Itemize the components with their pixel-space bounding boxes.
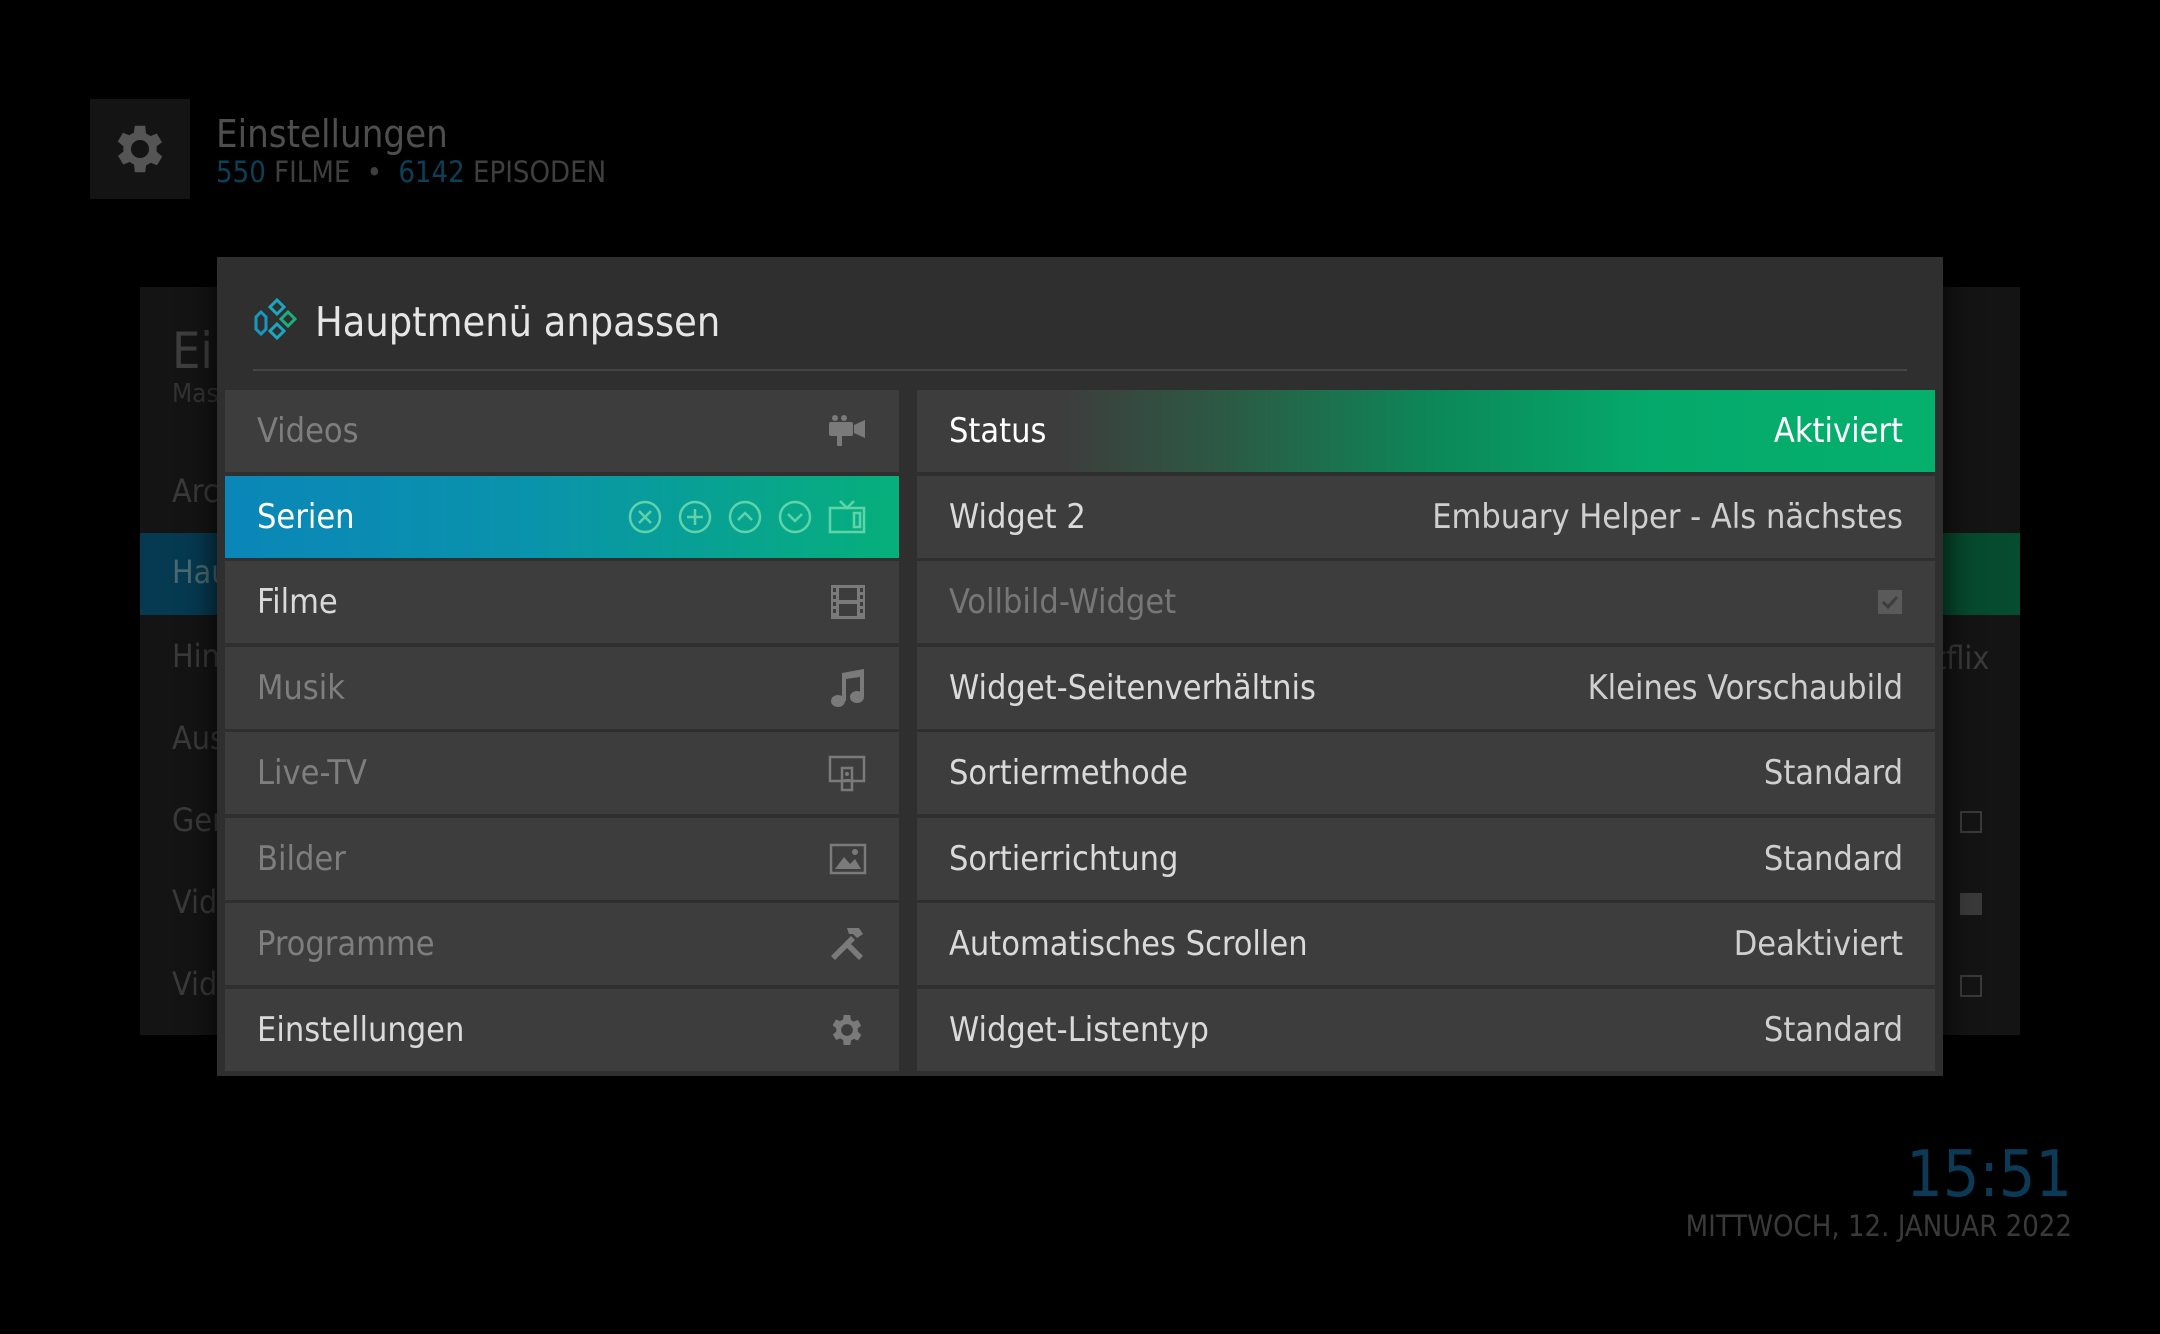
setting-label: Status: [949, 411, 1047, 451]
setting-label: Sortiermethode: [949, 753, 1188, 793]
menu-item-label: Bilder: [257, 838, 346, 879]
setting-vollbild-widget[interactable]: Vollbild-Widget: [917, 561, 1935, 643]
tools-icon: [831, 928, 863, 960]
movies-count: 550: [216, 155, 266, 189]
setting-widget-aspect-ratio[interactable]: Widget-Seitenverhältnis Kleines Vorschau…: [917, 646, 1935, 729]
background-row: Arc: [172, 472, 219, 510]
clock-time: 15:51: [1906, 1138, 2072, 1212]
item-actions: [627, 499, 867, 535]
menu-item-videos[interactable]: Videos: [225, 390, 899, 472]
page-title: Einstellungen: [216, 112, 448, 156]
menu-item-bilder[interactable]: Bilder: [225, 817, 899, 900]
setting-label: Vollbild-Widget: [949, 582, 1177, 622]
tv-icon: [828, 499, 866, 533]
setting-value: Standard: [1763, 753, 1903, 793]
menu-item-serien[interactable]: Serien: [225, 475, 899, 558]
menu-item-musik[interactable]: Musik: [225, 646, 899, 729]
live-tv-icon: [828, 755, 866, 792]
film-strip-icon: [831, 585, 865, 619]
setting-label: Widget-Seitenverhältnis: [949, 667, 1316, 708]
dialog-header: Hauptmenü anpassen: [253, 297, 1907, 371]
menu-item-label: Serien: [257, 496, 355, 537]
setting-value: Deaktiviert: [1733, 924, 1903, 964]
gear-icon: [117, 125, 163, 173]
customize-menu-dialog: Hauptmenü anpassen Videos Serien Filme M…: [217, 257, 1943, 1076]
episodes-count: 6142: [398, 155, 465, 189]
picture-icon: [829, 843, 867, 874]
stats-separator: •: [366, 155, 383, 189]
clock: 15:51 MITTWOCH, 12. JANUAR 2022: [1686, 1140, 2072, 1242]
menu-item-filme[interactable]: Filme: [225, 561, 899, 643]
setting-auto-scroll[interactable]: Automatisches Scrollen Deaktiviert: [917, 903, 1935, 985]
setting-widget-list-type[interactable]: Widget-Listentyp Standard: [917, 988, 1935, 1071]
menu-item-programme[interactable]: Programme: [225, 903, 899, 985]
menu-item-live-tv[interactable]: Live-TV: [225, 732, 899, 814]
setting-label: Widget-Listentyp: [949, 1009, 1209, 1050]
video-camera-icon: [829, 415, 865, 446]
movies-label: FILME: [274, 155, 351, 189]
background-panel-subtitle: Mas: [172, 379, 219, 409]
setting-value: Aktiviert: [1773, 411, 1903, 451]
menu-item-label: Programme: [257, 924, 435, 964]
setting-label: Automatisches Scrollen: [949, 924, 1308, 964]
settings-tile: [90, 99, 190, 199]
background-right-text: tflix: [1935, 639, 1990, 677]
setting-value: Kleines Vorschaubild: [1587, 667, 1903, 708]
move-down-icon[interactable]: [777, 499, 813, 535]
widget-settings-list: Status Aktiviert Widget 2 Embuary Helper…: [917, 390, 1935, 1074]
menu-item-label: Live-TV: [257, 753, 367, 793]
background-checkbox: [1960, 811, 1982, 833]
setting-sort-method[interactable]: Sortiermethode Standard: [917, 732, 1935, 814]
setting-label: Widget 2: [949, 496, 1086, 537]
music-note-icon: [831, 668, 864, 707]
remove-icon[interactable]: [627, 499, 663, 535]
background-checkbox: [1960, 893, 1982, 915]
move-up-icon[interactable]: [727, 499, 763, 535]
gear-icon: [832, 1014, 862, 1045]
setting-value: Standard: [1763, 1009, 1903, 1050]
setting-value: Standard: [1763, 838, 1903, 879]
setting-value: Embuary Helper - Als nächstes: [1432, 496, 1903, 537]
menu-item-label: Videos: [257, 411, 359, 451]
setting-label: Sortierrichtung: [949, 838, 1179, 879]
checkbox-checked-icon[interactable]: [1877, 589, 1903, 615]
dialog-title: Hauptmenü anpassen: [315, 298, 721, 346]
menu-items-list: Videos Serien Filme Musik Live-TV Bilder…: [225, 390, 899, 1074]
setting-widget-2[interactable]: Widget 2 Embuary Helper - Als nächstes: [917, 475, 1935, 558]
app-header: Einstellungen 550 FILME • 6142 EPISODEN: [90, 99, 606, 199]
menu-item-label: Filme: [257, 582, 338, 622]
library-stats: 550 FILME • 6142 EPISODEN: [216, 157, 606, 187]
setting-sort-direction[interactable]: Sortierrichtung Standard: [917, 817, 1935, 900]
background-checkbox: [1960, 975, 1982, 997]
menu-item-label: Einstellungen: [257, 1009, 465, 1050]
menu-item-label: Musik: [257, 667, 345, 708]
setting-status[interactable]: Status Aktiviert: [917, 390, 1935, 472]
menu-item-einstellungen[interactable]: Einstellungen: [225, 988, 899, 1071]
episodes-label: EPISODEN: [473, 155, 607, 189]
clock-date: MITTWOCH, 12. JANUAR 2022: [1685, 1209, 2072, 1243]
add-icon[interactable]: [677, 499, 713, 535]
kodi-logo-icon: [254, 297, 298, 341]
